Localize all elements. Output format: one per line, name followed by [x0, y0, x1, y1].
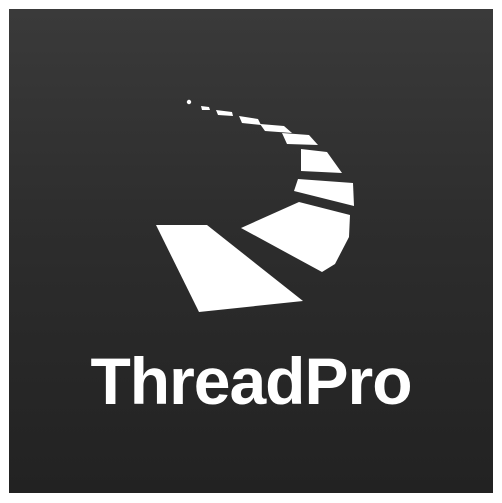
logo-road-dot [186, 99, 192, 105]
logo-road-segment [241, 202, 350, 272]
logo-road-segment [294, 179, 354, 206]
logo-road-segment [201, 106, 210, 110]
app-icon: ThreadPro [9, 9, 493, 493]
logo-road-segment [282, 133, 318, 145]
logo-road-segment [260, 124, 292, 133]
logo-road-segment [301, 149, 342, 173]
logo-road-segment [239, 116, 261, 125]
app-name: ThreadPro [90, 344, 412, 418]
logo-road-segment [216, 110, 233, 116]
